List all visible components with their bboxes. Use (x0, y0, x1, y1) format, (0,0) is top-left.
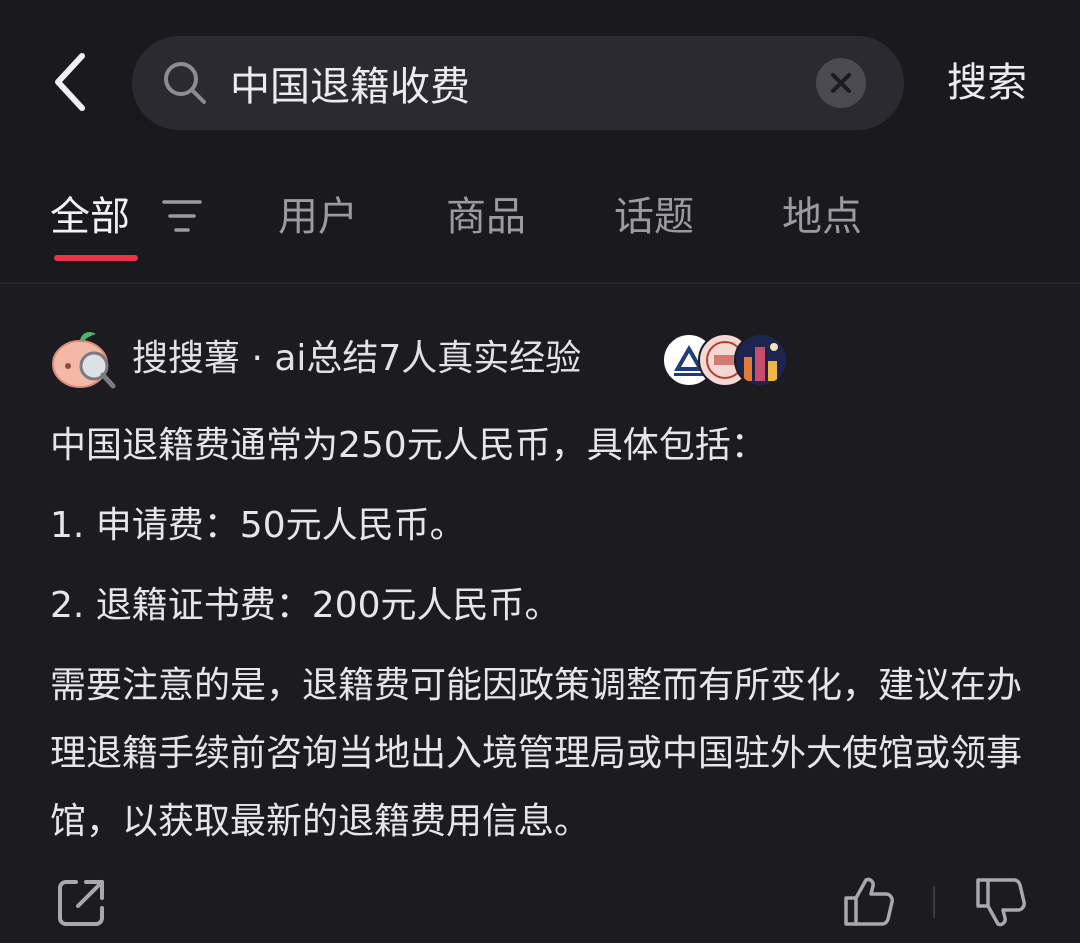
clear-search-button[interactable] (816, 58, 866, 108)
thumbs-up-icon (844, 877, 894, 926)
search-input[interactable] (230, 36, 790, 130)
city-night-avatar (734, 333, 788, 387)
like-button[interactable] (840, 874, 898, 930)
tab-products[interactable]: 商品 (446, 188, 526, 246)
back-button[interactable] (40, 46, 110, 118)
share-button[interactable] (54, 874, 110, 930)
search-box[interactable] (132, 36, 904, 130)
divider (0, 282, 1080, 284)
ai-summary-header[interactable]: 搜搜薯 · ai总结7人真实经验 (50, 326, 810, 392)
active-tab-indicator (54, 255, 138, 261)
tab-all[interactable]: 全部 (50, 188, 130, 246)
divider (933, 886, 935, 918)
tab-users[interactable]: 用户 (278, 188, 358, 246)
summary-note: 需要注意的是，退籍费可能因政策调整而有所变化，建议在办理退籍手续前咨询当地出入境… (50, 665, 1023, 842)
dislike-button[interactable] (972, 874, 1030, 930)
top-bar: 搜索 (0, 0, 1080, 160)
summary-line: 2. 退籍证书费：200元人民币。 (50, 585, 561, 626)
ai-summary-title: 搜搜薯 · ai总结7人真实经验 (132, 338, 582, 379)
summary-line: 中国退籍费通常为250元人民币，具体包括： (50, 425, 767, 466)
share-icon (58, 880, 104, 926)
chevron-left-icon (55, 53, 85, 111)
sweet-potato-logo-icon (52, 332, 116, 389)
filter-icon[interactable] (160, 196, 204, 236)
tab-places[interactable]: 地点 (782, 188, 862, 246)
close-icon (831, 73, 851, 93)
summary-line: 1. 申请费：50元人民币。 (50, 505, 466, 546)
tab-topics[interactable]: 话题 (614, 188, 694, 246)
ai-summary-content: 中国退籍费通常为250元人民币，具体包括： 1. 申请费：50元人民币。 2. … (50, 412, 1040, 856)
search-icon (164, 62, 206, 104)
thumbs-down-icon (976, 878, 1026, 927)
search-button[interactable]: 搜索 (932, 50, 1042, 116)
source-avatars[interactable] (662, 333, 792, 387)
